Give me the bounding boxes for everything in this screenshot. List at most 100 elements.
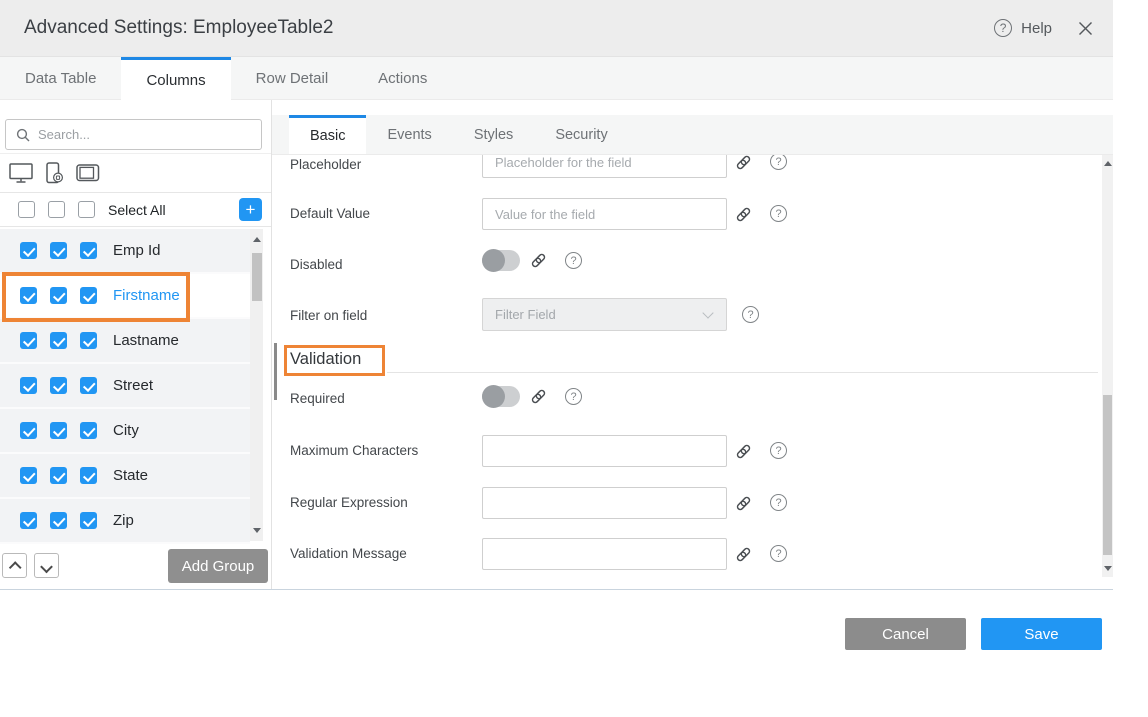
select-all-desktop-checkbox[interactable]: [18, 201, 35, 218]
panel-scrollbar[interactable]: [1102, 155, 1113, 577]
link-icon[interactable]: [735, 495, 752, 512]
mobile-checkbox[interactable]: [50, 377, 67, 394]
sidebar-scrollbar[interactable]: [250, 229, 263, 541]
dialog-header: Advanced Settings: EmployeeTable2 ? Help: [0, 0, 1113, 57]
column-row-city[interactable]: City: [0, 409, 250, 454]
scroll-down-icon[interactable]: [253, 528, 261, 533]
tablet-checkbox[interactable]: [80, 377, 97, 394]
tab-basic[interactable]: Basic: [289, 115, 366, 154]
desktop-checkbox[interactable]: [20, 512, 37, 529]
desktop-checkbox[interactable]: [20, 332, 37, 349]
column-row-zip[interactable]: Zip: [0, 499, 250, 544]
required-toggle[interactable]: [482, 386, 520, 407]
tab-security[interactable]: Security: [534, 115, 628, 154]
add-column-button[interactable]: +: [239, 198, 262, 221]
search-input[interactable]: [30, 127, 261, 142]
question-icon[interactable]: ?: [770, 153, 787, 170]
default-value-label: Default Value: [290, 206, 370, 221]
scrollbar-thumb[interactable]: [1103, 395, 1112, 555]
search-box: [5, 119, 262, 150]
tablet-checkbox[interactable]: [80, 242, 97, 259]
tablet-checkbox[interactable]: [80, 422, 97, 439]
desktop-checkbox[interactable]: [20, 287, 37, 304]
select-all-label: Select All: [108, 202, 166, 218]
default-value-input[interactable]: [482, 198, 727, 230]
desktop-checkbox[interactable]: [20, 422, 37, 439]
close-icon[interactable]: [1078, 21, 1093, 36]
link-icon[interactable]: [530, 388, 547, 405]
scrollbar-thumb[interactable]: [252, 253, 262, 301]
disabled-toggle[interactable]: [482, 250, 520, 271]
question-icon[interactable]: ?: [770, 442, 787, 459]
tablet-icon[interactable]: [76, 164, 100, 182]
tablet-checkbox[interactable]: [80, 467, 97, 484]
select-all-tablet-checkbox[interactable]: [78, 201, 95, 218]
tablet-checkbox[interactable]: [80, 332, 97, 349]
tab-row-detail[interactable]: Row Detail: [231, 57, 354, 99]
panel-resize-handle[interactable]: [274, 343, 277, 400]
help-icon[interactable]: ?: [994, 19, 1012, 37]
add-group-button[interactable]: Add Group: [168, 549, 268, 583]
mobile-checkbox[interactable]: [50, 332, 67, 349]
filter-field-select[interactable]: Filter Field: [482, 298, 727, 331]
tab-columns[interactable]: Columns: [121, 57, 230, 100]
column-label: Zip: [113, 512, 134, 529]
maximum-characters-input[interactable]: [482, 435, 727, 467]
select-all-mobile-checkbox[interactable]: [48, 201, 65, 218]
page: Advanced Settings: EmployeeTable2 ? Help…: [0, 0, 1148, 717]
column-row-street[interactable]: Street: [0, 364, 250, 409]
question-icon[interactable]: ?: [565, 388, 582, 405]
tab-actions[interactable]: Actions: [353, 57, 452, 99]
move-up-button[interactable]: [2, 553, 27, 578]
question-icon[interactable]: ?: [742, 306, 759, 323]
advanced-settings-dialog: Advanced Settings: EmployeeTable2 ? Help…: [0, 0, 1113, 590]
help-button[interactable]: Help: [1021, 20, 1052, 37]
plus-icon: +: [246, 200, 256, 220]
save-button[interactable]: Save: [981, 618, 1102, 650]
question-glyph: ?: [570, 391, 576, 403]
scroll-up-icon[interactable]: [253, 237, 261, 242]
maximum-characters-label: Maximum Characters: [290, 443, 418, 458]
regular-expression-input[interactable]: [482, 487, 727, 519]
mobile-checkbox[interactable]: [50, 242, 67, 259]
tab-data-table[interactable]: Data Table: [0, 57, 121, 99]
column-row-lastname[interactable]: Lastname: [0, 319, 250, 364]
column-label: State: [113, 467, 148, 484]
desktop-checkbox[interactable]: [20, 242, 37, 259]
link-icon[interactable]: [735, 206, 752, 223]
mobile-checkbox[interactable]: [50, 287, 67, 304]
desktop-icon[interactable]: [9, 163, 34, 184]
help-icon-glyph: ?: [1000, 21, 1007, 35]
desktop-checkbox[interactable]: [20, 467, 37, 484]
mobile-checkbox[interactable]: [50, 422, 67, 439]
link-icon[interactable]: [530, 252, 547, 269]
column-row-emp-id[interactable]: Emp Id: [0, 229, 250, 274]
column-row-firstname[interactable]: Firstname: [0, 274, 250, 319]
link-icon[interactable]: [735, 546, 752, 563]
question-icon[interactable]: ?: [770, 494, 787, 511]
link-icon[interactable]: [735, 443, 752, 460]
question-icon[interactable]: ?: [770, 545, 787, 562]
mobile-icon[interactable]: [46, 162, 64, 185]
tab-events[interactable]: Events: [366, 115, 452, 154]
columns-sidebar: Select All + Emp Id: [0, 100, 272, 589]
question-glyph: ?: [775, 156, 781, 168]
move-down-button[interactable]: [34, 553, 59, 578]
question-icon[interactable]: ?: [770, 205, 787, 222]
scroll-down-icon[interactable]: [1104, 566, 1112, 571]
placeholder-label: Placeholder: [290, 157, 361, 172]
dialog-tab-bar: Data Table Columns Row Detail Actions: [0, 57, 1113, 100]
tab-styles[interactable]: Styles: [453, 115, 535, 154]
scroll-up-icon[interactable]: [1104, 161, 1112, 166]
cancel-button[interactable]: Cancel: [845, 618, 966, 650]
tablet-checkbox[interactable]: [80, 512, 97, 529]
validation-message-input[interactable]: [482, 538, 727, 570]
mobile-checkbox[interactable]: [50, 467, 67, 484]
mobile-checkbox[interactable]: [50, 512, 67, 529]
link-icon[interactable]: [735, 154, 752, 171]
tablet-checkbox[interactable]: [80, 287, 97, 304]
desktop-checkbox[interactable]: [20, 377, 37, 394]
question-icon[interactable]: ?: [565, 252, 582, 269]
column-row-state[interactable]: State: [0, 454, 250, 499]
question-glyph: ?: [775, 208, 781, 220]
